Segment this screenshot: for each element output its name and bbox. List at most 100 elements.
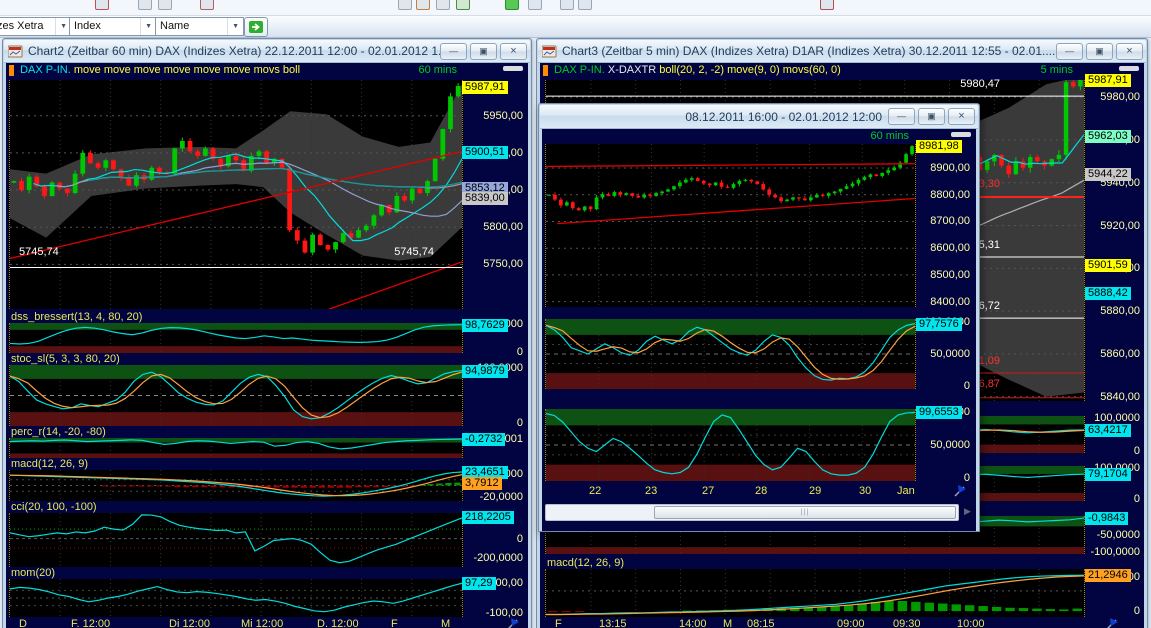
axis-tick: 8500,00: [916, 269, 970, 281]
price-axis: 20,0000-20,000023,46513,7912: [462, 470, 526, 501]
time-axis-label: 28: [755, 485, 767, 497]
chart2-main-plot[interactable]: 5745,745745,74: [9, 80, 463, 309]
time-axis-label: F: [391, 618, 398, 628]
chart-plot[interactable]: [9, 323, 463, 353]
legend-studies: boll(20, 2, -2) move(9, 0) movs(60, 0): [659, 64, 841, 76]
time-axis-label: D: [19, 618, 27, 628]
price-badge: 3,7912: [462, 477, 502, 490]
price-badge: 94,9879: [462, 365, 508, 378]
time-axis-label: F: [555, 618, 562, 628]
chart-plot[interactable]: [545, 319, 916, 389]
price-axis: -50,0000-100,0000-0,9843: [1085, 516, 1143, 554]
exchange-combo[interactable]: zes Xetra ▼: [0, 17, 72, 36]
category-combo[interactable]: Index ▼: [69, 17, 157, 36]
price-badge: 98,7629: [462, 319, 508, 332]
toolbar-icon-fragment[interactable]: [528, 0, 542, 10]
minimize-button[interactable]: —: [1056, 43, 1083, 60]
axis-tick: 8400,00: [916, 296, 970, 308]
panel-grip[interactable]: [503, 66, 523, 71]
toolbar-icon-fragment[interactable]: [200, 0, 214, 10]
scrollbar-right-arrow[interactable]: ▶: [960, 504, 975, 519]
chevron-down-icon[interactable]: ▼: [227, 18, 243, 35]
price-axis: 100,0000063,4217: [1085, 416, 1143, 453]
toolbar-icon-fragment[interactable]: [578, 0, 592, 10]
price-badge: 5888,42: [1085, 287, 1131, 300]
price-badge: 79,1704: [1085, 468, 1131, 481]
price-badge: 8981,98: [916, 140, 962, 153]
axis-tick: 0: [462, 417, 523, 429]
chart3-legend: DAX P-IN. X-DAXTR boll(20, 2, -2) move(9…: [541, 64, 1143, 78]
flag-icon[interactable]: [1105, 617, 1119, 628]
price-badge: 5987,91: [1085, 74, 1131, 87]
price-badge: 5839,00: [462, 192, 508, 205]
toolbar-icon-fragment[interactable]: [505, 0, 519, 10]
price-axis: 100,00-100,0097,29: [462, 579, 526, 617]
price-axis: 100,000050,0000099,6553: [916, 409, 973, 481]
close-button[interactable]: ×: [1116, 43, 1143, 60]
time-axis: DF. 12:00Di 12:00Mi 12:00D. 12:00FM: [9, 617, 535, 628]
chart3-titlebar[interactable]: Chart3 (Zeitbar 5 min) DAX (Indizes Xetr…: [538, 40, 1146, 63]
flag-icon[interactable]: [953, 484, 967, 497]
series-marker: [9, 65, 14, 76]
panel-grip[interactable]: [951, 132, 971, 137]
scrollbar-thumb[interactable]: |||: [654, 506, 956, 519]
name-combo-value: Name: [160, 18, 227, 35]
axis-tick: 5950,00: [462, 110, 523, 122]
chart-plot[interactable]: [9, 365, 463, 426]
axis-tick: 5980,00: [1085, 91, 1140, 103]
time-axis-label: 27: [702, 485, 714, 497]
toolbar-icon-fragment[interactable]: [560, 0, 574, 10]
filter-toolbar: zes Xetra ▼ Index ▼ Name ▼: [0, 16, 1151, 38]
restore-button[interactable]: ▣: [918, 108, 945, 125]
price-level-label: 5980,47: [960, 79, 1000, 90]
axis-tick: 5800,00: [462, 221, 523, 233]
indicator-label: cci(20, 100, -100): [11, 501, 97, 513]
flag-icon[interactable]: [506, 617, 520, 628]
name-combo[interactable]: Name ▼: [155, 17, 244, 36]
price-axis: 100,0000098,7629: [462, 323, 526, 353]
category-combo-value: Index: [74, 18, 140, 35]
horizontal-scrollbar[interactable]: |||: [545, 504, 959, 521]
axis-tick: 0: [1085, 493, 1140, 505]
axis-tick: 0: [1085, 445, 1140, 457]
legend-interval: 60 mins: [870, 130, 909, 143]
toolbar-icon-fragment[interactable]: [398, 0, 412, 10]
price-badge: 5987,91: [462, 81, 508, 94]
legend-interval: 5 mins: [1041, 64, 1073, 77]
toolbar-icon-fragment[interactable]: [820, 0, 834, 10]
chart-plot[interactable]: [9, 513, 463, 567]
restore-button[interactable]: ▣: [1086, 43, 1113, 60]
time-axis: 222327282930Jan: [545, 484, 981, 500]
chart-plot[interactable]: [545, 409, 916, 481]
toolbar-icon-fragment[interactable]: [95, 0, 109, 10]
chart-plot[interactable]: [9, 470, 463, 501]
minimize-button[interactable]: —: [440, 43, 467, 60]
overlay-chart-window: 08.12.2011 16:00 - 02.01.2012 12:00 — ▣ …: [538, 103, 980, 532]
green-arrow-icon: [249, 21, 263, 33]
indicator-label: macd(12, 26, 9): [11, 458, 88, 470]
chart-plot[interactable]: [9, 438, 463, 458]
overlay-titlebar[interactable]: 08.12.2011 16:00 - 02.01.2012 12:00 — ▣ …: [540, 105, 978, 129]
chevron-down-icon[interactable]: ▼: [140, 18, 156, 35]
time-axis-label: M: [723, 618, 732, 628]
chart-window-icon: [8, 45, 24, 58]
toolbar-icon-fragment[interactable]: [158, 0, 172, 10]
close-button[interactable]: ×: [948, 108, 975, 125]
go-button[interactable]: [244, 17, 268, 37]
toolbar-icon-fragment[interactable]: [416, 0, 430, 10]
axis-tick: 5860,00: [1085, 348, 1140, 360]
restore-button[interactable]: ▣: [470, 43, 497, 60]
overlay-main-plot[interactable]: [545, 144, 916, 307]
chart-plot[interactable]: [545, 569, 1085, 617]
price-axis: 5950,005900,005850,005800,005750,005987,…: [462, 80, 526, 309]
close-button[interactable]: ×: [500, 43, 527, 60]
toolbar-icon-fragment[interactable]: [436, 0, 450, 10]
panel-grip[interactable]: [1119, 66, 1139, 71]
indicator-label: dss_bressert(13, 4, 80, 20): [11, 311, 142, 323]
chart2-titlebar[interactable]: Chart2 (Zeitbar 60 min) DAX (Indizes Xet…: [4, 40, 530, 63]
chart-plot[interactable]: [9, 579, 463, 617]
time-axis-label: F. 12:00: [71, 618, 110, 628]
toolbar-icon-fragment[interactable]: [456, 0, 470, 10]
toolbar-icon-fragment[interactable]: [138, 0, 152, 10]
minimize-button[interactable]: —: [888, 108, 915, 125]
